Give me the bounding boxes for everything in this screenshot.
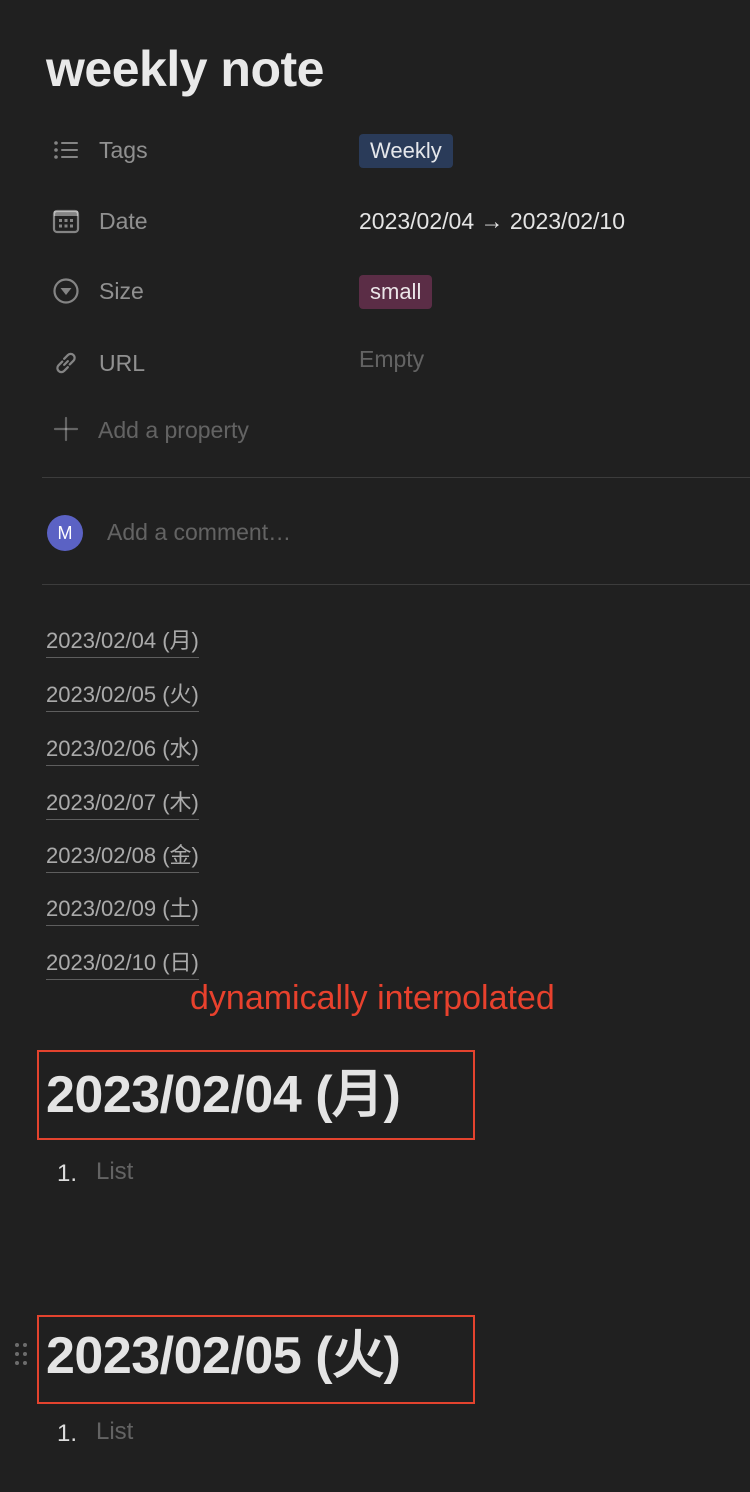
date-link[interactable]: 2023/02/05 (火) — [46, 680, 199, 712]
property-value[interactable]: Weekly — [359, 130, 453, 170]
property-row-size[interactable]: Size small — [52, 271, 742, 311]
date-link[interactable]: 2023/02/09 (土) — [46, 894, 199, 926]
tag-weekly[interactable]: Weekly — [359, 134, 453, 168]
comment-input[interactable]: Add a comment… — [107, 513, 291, 551]
list-number: 1. — [57, 1420, 78, 1447]
property-name: Tags — [99, 137, 148, 163]
tag-small[interactable]: small — [359, 275, 433, 309]
property-name: Date — [99, 208, 148, 234]
date-link[interactable]: 2023/02/08 (金) — [46, 841, 199, 873]
date-link[interactable]: 2023/02/10 (日) — [46, 948, 199, 980]
property-name: Size — [99, 278, 144, 304]
date-link[interactable]: 2023/02/07 (木) — [46, 788, 199, 820]
list-icon — [52, 136, 80, 164]
property-name: URL — [99, 350, 146, 376]
list-item-placeholder[interactable]: List — [96, 1415, 133, 1449]
list-number: 1. — [57, 1160, 78, 1187]
property-value[interactable]: small — [359, 271, 433, 311]
divider — [42, 584, 750, 585]
select-circle-icon — [52, 277, 80, 305]
avatar: M — [47, 515, 83, 551]
property-row-date[interactable]: Date 2023/02/04 → 2023/02/10 — [52, 201, 742, 241]
drag-handle-icon[interactable] — [13, 1340, 31, 1370]
plus-icon — [52, 415, 80, 443]
property-value-date[interactable]: 2023/02/04 → 2023/02/10 — [359, 201, 625, 241]
section-heading[interactable]: 2023/02/04 (月) — [46, 1063, 401, 1127]
calendar-icon — [52, 207, 80, 235]
page-title[interactable]: weekly note — [46, 38, 324, 100]
property-row-tags[interactable]: Tags Weekly — [52, 130, 742, 170]
add-property-label: Add a property — [98, 417, 249, 443]
property-row-url[interactable]: URL Empty — [52, 343, 742, 383]
notion-page: weekly note Tags Weekly Date 2023/02/04 … — [0, 0, 750, 1492]
date-link[interactable]: 2023/02/04 (月) — [46, 626, 199, 658]
list-item-placeholder[interactable]: List — [96, 1155, 133, 1189]
section-heading[interactable]: 2023/02/05 (火) — [46, 1324, 401, 1388]
comment-row[interactable]: M Add a comment… — [47, 513, 647, 553]
divider — [42, 477, 750, 478]
link-icon — [52, 349, 80, 377]
annotation-text: dynamically interpolated — [190, 979, 555, 1017]
property-value-empty[interactable]: Empty — [359, 339, 424, 379]
add-property-button[interactable]: Add a property — [52, 410, 352, 450]
date-link[interactable]: 2023/02/06 (水) — [46, 734, 199, 766]
